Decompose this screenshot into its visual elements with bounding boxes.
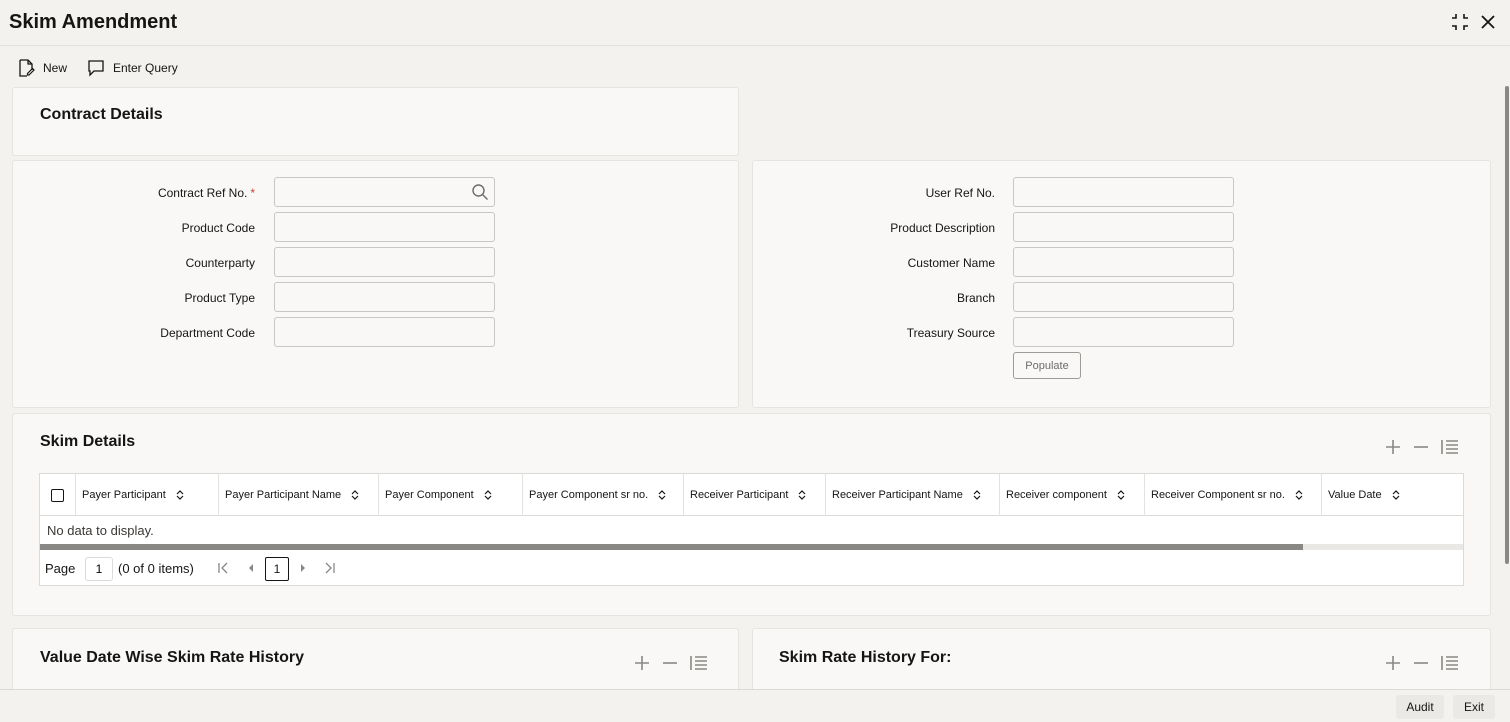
close-icon[interactable]: [1478, 12, 1498, 32]
next-page-icon[interactable]: [297, 562, 309, 574]
col-payer-component-sr-no[interactable]: Payer Component sr no.: [523, 474, 684, 516]
treasury-source-label: Treasury Source: [906, 326, 995, 340]
select-all-cell: [40, 474, 76, 516]
sort-icon: [1392, 490, 1400, 500]
product-type-label: Product Type: [184, 291, 256, 305]
user-ref-label: User Ref No.: [925, 186, 995, 200]
product-description-label: Product Description: [890, 221, 995, 235]
sort-icon: [176, 490, 184, 500]
page-label: Page: [45, 561, 76, 576]
col-value-date[interactable]: Value Date: [1322, 474, 1463, 516]
pagination: Page (0 of 0 items) 1: [40, 551, 1463, 585]
page-number-input[interactable]: [85, 557, 113, 581]
product-code-input[interactable]: [274, 212, 495, 242]
sort-icon: [351, 490, 359, 500]
user-ref-input[interactable]: [1013, 177, 1234, 207]
sort-icon: [658, 490, 666, 500]
sort-icon: [799, 490, 806, 500]
first-page-icon[interactable]: [217, 562, 229, 574]
value-date-history-title: Value Date Wise Skim Rate History: [40, 649, 304, 666]
skim-details-table: Payer Participant Payer Participant Name…: [39, 473, 1464, 586]
current-page-button[interactable]: 1: [265, 557, 289, 581]
search-icon[interactable]: [471, 183, 489, 201]
branch-label: Branch: [956, 291, 995, 305]
item-count: (0 of 0 items): [118, 561, 194, 576]
add-row-icon[interactable]: [1384, 654, 1402, 672]
no-data-message: No data to display.: [47, 523, 154, 538]
chat-bubble-icon: [88, 60, 104, 77]
columns-list-icon[interactable]: [1440, 438, 1460, 456]
delete-row-icon[interactable]: [1412, 654, 1430, 672]
rate-history-for-panel: Skim Rate History For:: [752, 628, 1491, 698]
new-button[interactable]: New: [17, 56, 67, 80]
product-type-input[interactable]: [274, 282, 495, 312]
title-bar: Skim Amendment: [0, 0, 1510, 46]
value-date-history-panel: Value Date Wise Skim Rate History: [12, 628, 739, 698]
col-payer-participant[interactable]: Payer Participant: [76, 474, 219, 516]
exit-button[interactable]: Exit: [1453, 695, 1495, 719]
sort-icon: [1295, 490, 1303, 500]
counterparty-input[interactable]: [274, 247, 495, 277]
contract-details-header: Contract Details: [12, 87, 739, 156]
select-all-checkbox[interactable]: [51, 488, 64, 502]
new-document-icon: [19, 59, 35, 77]
new-label: New: [43, 61, 68, 75]
add-row-icon[interactable]: [1384, 438, 1402, 456]
enter-query-button[interactable]: Enter Query: [87, 56, 178, 80]
col-receiver-participant[interactable]: Receiver Participant: [684, 474, 826, 516]
product-description-input[interactable]: [1013, 212, 1234, 242]
previous-page-icon[interactable]: [245, 562, 257, 574]
add-row-icon[interactable]: [633, 654, 651, 672]
department-code-label: Department Code: [160, 326, 255, 340]
rate-history-for-title: Skim Rate History For:: [779, 649, 952, 666]
delete-row-icon[interactable]: [1412, 438, 1430, 456]
populate-button[interactable]: Populate: [1013, 352, 1081, 379]
contract-ref-label: Contract Ref No. *: [157, 186, 255, 200]
sort-icon: [484, 490, 492, 500]
product-code-label: Product Code: [181, 221, 255, 235]
col-payer-component[interactable]: Payer Component: [379, 474, 523, 516]
skim-details-title: Skim Details: [40, 433, 136, 450]
delete-row-icon[interactable]: [661, 654, 679, 672]
page-title: Skim Amendment: [9, 11, 178, 33]
horizontal-scrollbar[interactable]: [40, 544, 1463, 550]
columns-list-icon[interactable]: [689, 654, 709, 672]
collapse-icon[interactable]: [1450, 12, 1470, 32]
col-receiver-component-sr-no[interactable]: Receiver Component sr no.: [1145, 474, 1322, 516]
treasury-source-input[interactable]: [1013, 317, 1234, 347]
toolbar: New Enter Query: [0, 52, 600, 82]
col-payer-participant-name[interactable]: Payer Participant Name: [219, 474, 379, 516]
last-page-icon[interactable]: [324, 562, 336, 574]
sort-icon: [1117, 490, 1125, 500]
contract-ref-input[interactable]: [274, 177, 495, 207]
customer-name-input[interactable]: [1013, 247, 1234, 277]
table-header: Payer Participant Payer Participant Name…: [40, 474, 1463, 516]
customer-name-label: Customer Name: [907, 256, 995, 270]
footer-bar: Audit Exit: [0, 689, 1510, 722]
sort-icon: [973, 490, 981, 500]
counterparty-label: Counterparty: [185, 256, 255, 270]
contract-details-left-panel: Contract Ref No. * Product Code Counterpa…: [12, 160, 739, 408]
col-receiver-participant-name[interactable]: Receiver Participant Name: [826, 474, 1000, 516]
audit-button[interactable]: Audit: [1396, 695, 1444, 719]
branch-input[interactable]: [1013, 282, 1234, 312]
columns-list-icon[interactable]: [1440, 654, 1460, 672]
scrollbar-thumb[interactable]: [40, 544, 1303, 550]
enter-query-label: Enter Query: [113, 61, 178, 75]
vertical-scrollbar[interactable]: [1505, 86, 1509, 564]
col-receiver-component[interactable]: Receiver component: [1000, 474, 1145, 516]
department-code-input[interactable]: [274, 317, 495, 347]
contract-details-title: Contract Details: [40, 106, 163, 123]
contract-details-right-panel: User Ref No. Product Description Custome…: [752, 160, 1491, 408]
